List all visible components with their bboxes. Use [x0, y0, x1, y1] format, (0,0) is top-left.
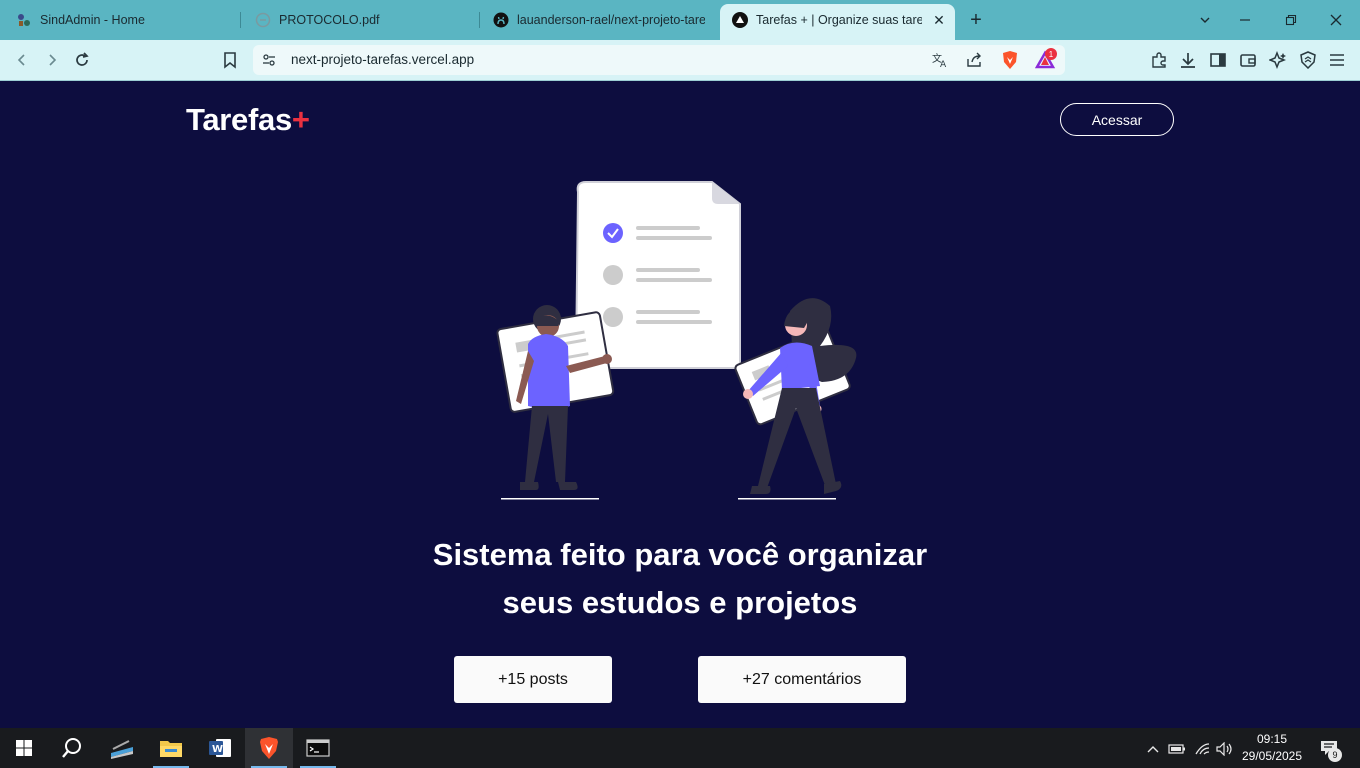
tab-search-chevron-icon[interactable]	[1193, 8, 1217, 32]
menu-icon[interactable]	[1326, 49, 1348, 71]
terminal-icon[interactable]	[294, 728, 342, 768]
hero-illustration	[496, 181, 857, 500]
extensions-icon[interactable]	[1148, 49, 1170, 71]
vpn-icon[interactable]	[1297, 49, 1319, 71]
brave-browser-taskbar-icon[interactable]	[245, 728, 293, 768]
sidebar-icon[interactable]	[1207, 49, 1229, 71]
minimize-icon[interactable]	[1233, 8, 1257, 32]
tab-label: lauanderson-rael/next-projeto-tarefas	[517, 13, 705, 27]
brave-shields-icon[interactable]	[1001, 50, 1019, 75]
headline-line-2: seus estudos e projetos	[502, 585, 858, 620]
page-content: Tarefas+ Acessar Sistema feito para você…	[0, 81, 1360, 728]
logo-plus: +	[291, 102, 310, 137]
wallet-icon[interactable]	[1237, 49, 1259, 71]
url-text: next-projeto-tarefas.vercel.app	[291, 52, 475, 67]
volume-icon[interactable]	[1215, 740, 1235, 758]
reload-icon[interactable]	[71, 49, 93, 71]
logo[interactable]: Tarefas+	[186, 102, 310, 138]
clock-time: 09:15	[1256, 732, 1288, 746]
download-icon[interactable]	[1177, 49, 1199, 71]
forward-icon[interactable]	[41, 49, 63, 71]
new-tab-icon[interactable]: +	[966, 9, 986, 31]
pdf-icon	[255, 12, 271, 28]
wifi-icon[interactable]	[1192, 740, 1212, 758]
share-icon[interactable]	[965, 51, 983, 74]
tab-protocolo[interactable]: PROTOCOLO.pdf	[255, 0, 470, 40]
hero-headline: Sistema feito para você organizar seus e…	[380, 531, 980, 627]
search-icon[interactable]	[48, 728, 96, 768]
close-tab-icon[interactable]: ✕	[930, 11, 948, 29]
tab-tarefas[interactable]: Tarefas + | Organize suas tarefas	[732, 0, 924, 40]
clock[interactable]: 09:15 29/05/2025	[1241, 731, 1303, 765]
address-bar[interactable]: next-projeto-tarefas.vercel.app 文A 1	[253, 45, 1065, 75]
leo-ai-icon[interactable]	[1267, 49, 1289, 71]
browser-tab-strip: SindAdmin - Home PROTOCOLO.pdf lauanders…	[0, 0, 1360, 40]
bookmark-icon[interactable]	[219, 49, 241, 71]
notification-count-badge: 9	[1328, 748, 1342, 762]
comments-stat-card: +27 comentários	[698, 656, 906, 703]
show-hidden-icons-chevron-icon[interactable]	[1143, 740, 1163, 758]
vercel-icon	[732, 12, 748, 28]
tab-label: PROTOCOLO.pdf	[279, 13, 380, 27]
tab-separator	[479, 12, 480, 28]
windows-start-icon[interactable]	[0, 728, 48, 768]
posts-stat-card: +15 posts	[454, 656, 612, 703]
tab-github[interactable]: lauanderson-rael/next-projeto-tarefas	[493, 0, 706, 40]
tab-label: SindAdmin - Home	[40, 13, 145, 27]
site-settings-icon[interactable]	[261, 52, 277, 73]
browser-toolbar: next-projeto-tarefas.vercel.app 文A 1	[0, 40, 1360, 81]
windows-taskbar: W 09:15 29/05/2025	[0, 728, 1360, 768]
access-button[interactable]: Acessar	[1060, 103, 1174, 136]
battery-icon[interactable]	[1167, 740, 1187, 758]
svg-text:W: W	[212, 744, 223, 755]
back-icon[interactable]	[11, 49, 33, 71]
scanner-app-icon[interactable]	[98, 728, 146, 768]
rewards-badge: 1	[1045, 48, 1057, 60]
tab-sindadmin[interactable]: SindAdmin - Home	[16, 0, 236, 40]
word-icon[interactable]: W	[196, 728, 244, 768]
translate-icon[interactable]: 文A	[931, 51, 949, 74]
github-icon	[493, 12, 509, 28]
svg-text:A: A	[940, 60, 947, 69]
restore-icon[interactable]	[1279, 8, 1303, 32]
headline-line-1: Sistema feito para você organizar	[432, 537, 928, 572]
sindadmin-icon	[16, 12, 32, 28]
clock-date: 29/05/2025	[1241, 749, 1303, 763]
close-window-icon[interactable]	[1324, 8, 1348, 32]
tab-separator	[240, 12, 241, 28]
tab-label: Tarefas + | Organize suas tarefas	[756, 13, 922, 27]
logo-text: Tarefas	[186, 102, 292, 137]
file-explorer-icon[interactable]	[147, 728, 195, 768]
